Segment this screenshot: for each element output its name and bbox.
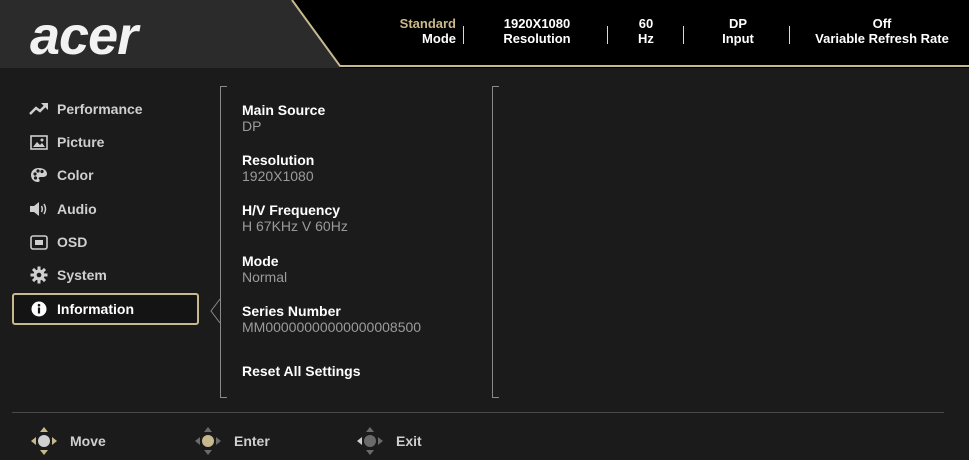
info-value: MM00000000000000008500 [242,319,422,335]
sidebar-item-label: Audio [57,201,97,217]
sidebar-item-label: Picture [57,134,105,150]
status-input-value: DP [728,16,748,31]
sidebar-item-color[interactable]: Color [12,160,199,190]
status-input-label: Input [722,31,754,46]
sidebar-item-system[interactable]: System [12,260,199,290]
status-refresh: 60 Hz [624,16,668,46]
sidebar-item-osd[interactable]: OSD [12,227,199,257]
joystick-move-icon [31,427,57,455]
sidebar-item-picture[interactable]: Picture [12,127,199,157]
info-main-source: Main Source DP [242,102,325,135]
info-mode: Mode Normal [242,253,287,286]
sidebar-item-label: Color [57,167,94,183]
footer-divider [12,412,944,413]
acer-logo: acer [30,6,138,66]
joystick-enter-icon [195,427,221,455]
joystick-exit-icon [357,427,383,455]
status-input: DP Input [708,16,768,46]
sidebar-item-label: OSD [57,234,88,250]
info-value: Normal [242,269,288,285]
submenu-panel-left-bracket [492,86,499,398]
info-icon [28,300,50,318]
info-value: H 67KHz V 60Hz [242,218,348,234]
status-separator [683,26,684,44]
sidebar-item-label: Performance [57,101,143,117]
status-vrr-value: Off [872,16,892,31]
status-vrr: Off Variable Refresh Rate [800,16,964,46]
info-resolution: Resolution 1920X1080 [242,152,314,185]
sidebar-item-information[interactable]: Information [12,293,199,325]
speaker-icon [28,200,50,218]
sidebar-item-label: Information [57,301,134,317]
info-label: Series Number [242,303,341,319]
status-mode-value: Standard [399,16,456,31]
trend-up-icon [28,100,50,118]
osd-window-icon [28,233,50,251]
info-hv-frequency: H/V Frequency H 67KHz V 60Hz [242,202,348,235]
status-refresh-label: Hz [638,31,654,46]
footer-enter: Enter [194,426,270,456]
sidebar-item-label: System [57,267,107,283]
status-separator [463,26,464,44]
footer-move-label: Move [70,433,106,449]
gear-icon [28,266,50,284]
info-series-number: Series Number MM00000000000000008500 [242,303,421,336]
status-resolution-value: 1920X1080 [503,16,571,31]
footer-exit-label: Exit [396,433,422,449]
status-mode: Standard Mode [386,16,456,46]
header-bar: acer Standard Mode 1920X1080 Resolution … [0,0,969,68]
info-label: Resolution [242,152,315,168]
status-resolution: 1920X1080 Resolution [492,16,582,46]
footer-enter-label: Enter [234,433,270,449]
info-value: 1920X1080 [242,168,314,184]
palette-icon [28,166,50,184]
info-label: Mode [242,253,279,269]
status-vrr-label: Variable Refresh Rate [815,31,949,46]
sidebar-item-audio[interactable]: Audio [12,194,199,224]
status-resolution-label: Resolution [503,31,571,46]
sidebar-item-performance[interactable]: Performance [12,94,199,124]
status-separator [607,26,608,44]
reset-all-settings[interactable]: Reset All Settings [242,363,361,379]
status-mode-label: Mode [422,31,456,46]
osd-menu: acer Standard Mode 1920X1080 Resolution … [0,0,969,460]
info-label: H/V Frequency [242,202,341,218]
info-label: Main Source [242,102,326,118]
info-value: DP [242,118,262,134]
info-panel-left-bracket [220,86,227,398]
image-icon [28,133,50,151]
footer-exit: Exit [356,426,422,456]
footer-move: Move [30,426,106,456]
status-separator [789,26,790,44]
status-refresh-value: 60 [638,16,654,31]
